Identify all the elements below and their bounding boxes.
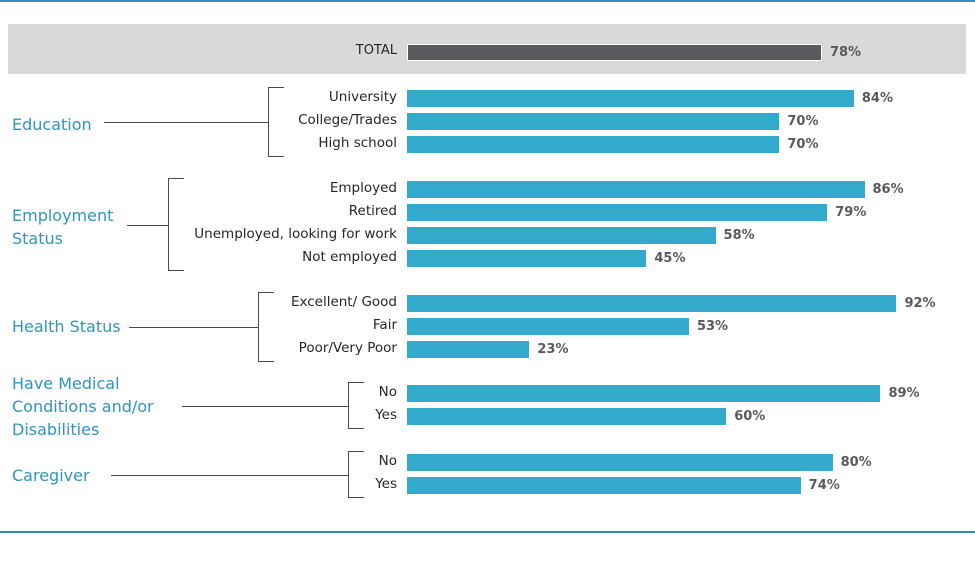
group-0-row-0-label: University: [328, 89, 397, 105]
group-2-row-2-label: Poor/Very Poor: [298, 340, 397, 356]
group-4-row-1-bar: [407, 477, 801, 494]
group-3-name: Have Medical Conditions and/or Disabilitie…: [12, 372, 154, 441]
group-name-line: Employment: [12, 206, 114, 225]
group-3-connector: [182, 405, 348, 407]
group-name-line: Disabilities: [12, 420, 100, 439]
group-2-row-0-value: 92%: [904, 296, 936, 311]
group-0-row-1-bar: [407, 113, 780, 130]
bottom-rule: [0, 531, 975, 533]
group-2-row-2-bar: [407, 341, 530, 358]
group-3-row-0-value: 89%: [888, 386, 920, 401]
group-3-bracket: [348, 382, 364, 429]
group-4-row-0-label: No: [378, 453, 397, 469]
group-name-line: Caregiver: [12, 466, 90, 485]
group-2-name: Health Status: [12, 315, 121, 338]
group-name-line: Health Status: [12, 317, 121, 336]
group-name-line: Status: [12, 229, 63, 248]
total-value: 78%: [829, 45, 862, 60]
group-1-name: Employment Status: [12, 204, 113, 250]
group-1-row-2-label: Unemployed, looking for work: [194, 226, 397, 242]
group-2-bracket: [258, 292, 274, 362]
group-1-row-1-label: Retired: [348, 203, 397, 219]
group-name-line: Education: [12, 115, 92, 134]
group-4-row-1-label: Yes: [375, 476, 397, 492]
group-0-row-1-value: 70%: [787, 114, 819, 129]
group-0-row-0-bar: [407, 90, 854, 107]
top-rule: [0, 0, 975, 2]
group-1-connector: [127, 224, 168, 226]
group-3-row-0-label: No: [378, 384, 397, 400]
group-1-row-0-bar: [407, 181, 865, 198]
group-1-row-0-value: 86%: [872, 182, 904, 197]
group-0-row-2-label: High school: [318, 135, 397, 151]
group-1-row-3-value: 45%: [654, 251, 686, 266]
group-1-row-1-value: 79%: [835, 205, 867, 220]
group-1-bracket: [168, 178, 184, 271]
group-0-row-2-value: 70%: [787, 137, 819, 152]
group-1-row-1-bar: [407, 204, 828, 221]
total-bar: [407, 44, 822, 61]
group-4-row-1-value: 74%: [808, 478, 840, 493]
group-4-bracket: [348, 451, 364, 498]
group-2-row-1-value: 53%: [696, 319, 729, 334]
group-4-connector: [111, 474, 348, 476]
group-name-line: Have Medical: [12, 374, 120, 393]
group-4-row-0-bar: [407, 454, 833, 471]
group-2-row-2-value: 23%: [537, 342, 569, 357]
group-4-name: Caregiver: [12, 464, 90, 487]
group-1-row-0-label: Employed: [329, 180, 397, 196]
group-1-row-2-value: 58%: [723, 228, 755, 243]
group-0-bracket: [268, 87, 284, 157]
group-name-line: Conditions and/or: [12, 397, 154, 416]
group-3-row-1-bar: [407, 408, 727, 425]
group-0-connector: [104, 122, 268, 123]
group-0-row-0-value: 84%: [861, 91, 893, 106]
group-1-row-2-bar: [407, 227, 716, 244]
group-1-row-3-label: Not employed: [302, 249, 397, 265]
group-4-row-0-value: 80%: [840, 455, 872, 470]
total-label: TOTAL: [355, 43, 397, 58]
group-2-row-1-label: Fair: [372, 317, 397, 333]
group-3-row-1-label: Yes: [375, 407, 397, 423]
group-2-connector: [129, 327, 258, 328]
group-0-name: Education: [12, 113, 92, 136]
group-3-row-0-bar: [407, 385, 881, 402]
group-1-row-3-bar: [407, 250, 647, 267]
group-2-row-0-bar: [407, 295, 897, 312]
group-0-row-2-bar: [407, 136, 780, 153]
group-2-row-0-label: Excellent/ Good: [290, 294, 397, 310]
group-2-row-1-bar: [407, 318, 689, 335]
group-3-row-1-value: 60%: [734, 409, 766, 424]
group-0-row-1-label: College/Trades: [298, 112, 397, 128]
